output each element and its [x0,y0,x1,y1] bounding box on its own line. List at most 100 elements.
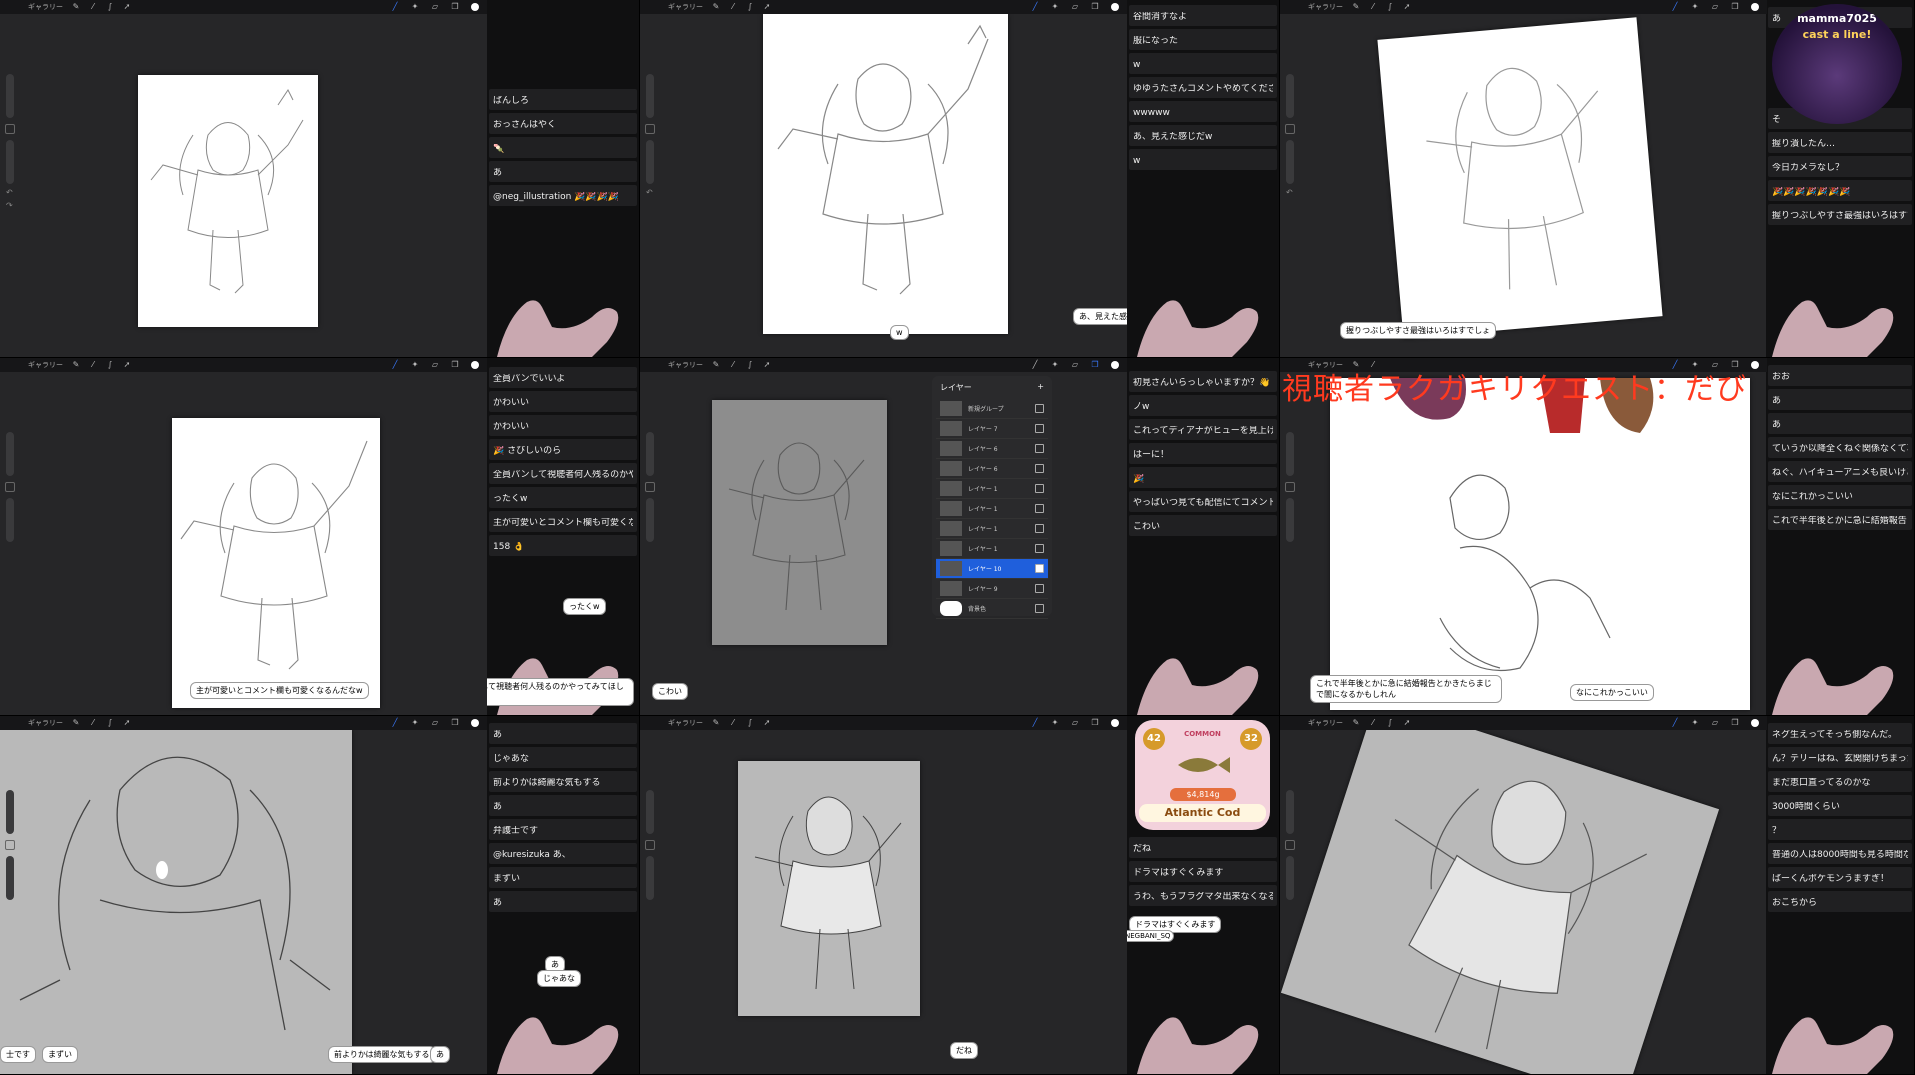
brush-icon[interactable]: ╱ [1031,3,1039,11]
selection-icon[interactable]: ∫ [106,3,114,11]
smudge-icon[interactable]: ✦ [1691,3,1699,11]
drawing-canvas-area[interactable]: ギャラリー ✎ ⁄ ∫ ➚ ╱ ✦ ▱ ❐ ↶ ↷ [0,0,487,357]
eraser-icon[interactable]: ▱ [1711,719,1719,727]
gallery-button[interactable]: ギャラリー [668,2,703,12]
wrench-icon[interactable]: ✎ [712,361,720,369]
opacity-slider[interactable] [646,140,654,184]
selection-icon[interactable]: ∫ [1386,3,1394,11]
brush-size-slider[interactable] [1286,790,1294,834]
layer-visibility-checkbox[interactable] [1035,404,1044,413]
eraser-icon[interactable]: ▱ [431,3,439,11]
wrench-icon[interactable]: ✎ [712,719,720,727]
layer-visibility-checkbox[interactable] [1035,504,1044,513]
layer-row-selected[interactable]: レイヤー 10 [936,559,1048,579]
selection-icon[interactable]: ∫ [106,361,114,369]
layer-visibility-checkbox[interactable] [1035,604,1044,613]
modify-button[interactable] [1285,840,1295,850]
magic-wand-icon[interactable]: ⁄ [89,361,97,369]
drawing-canvas-area[interactable]: ギャラリー ✎ ⁄ ∫ ➚ ╱ ✦ ▱ ❐ [640,716,1127,1074]
layers-icon[interactable]: ❐ [1731,719,1739,727]
selection-icon[interactable]: ∫ [1386,719,1394,727]
brush-size-slider[interactable] [1286,74,1294,118]
layer-row[interactable]: レイヤー 9 [936,579,1048,599]
wrench-icon[interactable]: ✎ [1352,3,1360,11]
transform-icon[interactable]: ➚ [123,719,131,727]
opacity-slider[interactable] [1286,140,1294,184]
add-layer-icon[interactable]: + [1037,382,1044,393]
brush-size-slider[interactable] [6,790,14,834]
layers-icon[interactable]: ❐ [1091,3,1099,11]
layer-row[interactable]: レイヤー 7 [936,419,1048,439]
opacity-slider[interactable] [6,140,14,184]
modify-button[interactable] [645,482,655,492]
smudge-icon[interactable]: ✦ [1691,719,1699,727]
eraser-icon[interactable]: ▱ [1071,361,1079,369]
layers-panel[interactable]: レイヤー + 新規グループ レイヤー 7 レイヤー 6 レイヤー 6 レイヤー 1… [932,376,1052,619]
color-picker-icon[interactable] [471,361,479,369]
selection-icon[interactable]: ∫ [746,3,754,11]
drawing-canvas-area[interactable]: ギャラリー ✎ ⁄ ∫ ➚ ╱ ✦ ▱ ❐ [640,358,1127,715]
brush-icon[interactable]: ╱ [391,361,399,369]
modify-button[interactable] [5,482,15,492]
drawing-canvas-area[interactable]: ギャラリー ✎ ⁄ ∫ ➚ ╱ ✦ ▱ ❐ [0,716,487,1074]
smudge-icon[interactable]: ✦ [1051,3,1059,11]
color-picker-icon[interactable] [1751,3,1759,11]
layers-icon[interactable]: ❐ [1091,719,1099,727]
modify-button[interactable] [645,124,655,134]
layer-row[interactable]: レイヤー 1 [936,499,1048,519]
eraser-icon[interactable]: ▱ [431,719,439,727]
smudge-icon[interactable]: ✦ [411,3,419,11]
eraser-icon[interactable]: ▱ [1711,3,1719,11]
opacity-slider[interactable] [646,856,654,900]
wrench-icon[interactable]: ✎ [72,719,80,727]
color-picker-icon[interactable] [1111,719,1119,727]
layer-visibility-checkbox[interactable] [1035,424,1044,433]
eraser-icon[interactable]: ▱ [431,361,439,369]
magic-wand-icon[interactable]: ⁄ [729,361,737,369]
undo-icon[interactable]: ↶ [6,188,14,197]
drawing-canvas-area[interactable]: ギャラリー ✎ ⁄ ∫ ➚ ╱ ✦ ▱ ❐ ↶ [640,0,1127,357]
magic-wand-icon[interactable]: ⁄ [729,3,737,11]
redo-icon[interactable]: ↷ [6,201,14,210]
opacity-slider[interactable] [646,498,654,542]
brush-icon[interactable]: ╱ [1671,3,1679,11]
gallery-button[interactable]: ギャラリー [668,360,703,370]
brush-icon[interactable]: ╱ [391,719,399,727]
color-picker-icon[interactable] [1751,719,1759,727]
smudge-icon[interactable]: ✦ [411,361,419,369]
drawing-canvas-area[interactable]: ギャラリー ✎ ⁄ ∫ ➚ ╱ ✦ ▱ ❐ [0,358,487,715]
wrench-icon[interactable]: ✎ [1352,719,1360,727]
color-picker-icon[interactable] [1111,3,1119,11]
brush-size-slider[interactable] [6,74,14,118]
opacity-slider[interactable] [1286,498,1294,542]
layer-row[interactable]: レイヤー 6 [936,439,1048,459]
layer-visibility-checkbox[interactable] [1035,484,1044,493]
layer-row[interactable]: レイヤー 1 [936,519,1048,539]
gallery-button[interactable]: ギャラリー [668,718,703,728]
layers-icon[interactable]: ❐ [1091,361,1099,369]
smudge-icon[interactable]: ✦ [411,719,419,727]
layer-row[interactable]: レイヤー 6 [936,459,1048,479]
selection-icon[interactable]: ∫ [746,361,754,369]
color-picker-icon[interactable] [1751,361,1759,369]
layer-visibility-checkbox[interactable] [1035,564,1044,573]
brush-size-slider[interactable] [1286,432,1294,476]
modify-button[interactable] [1285,124,1295,134]
magic-wand-icon[interactable]: ⁄ [729,719,737,727]
transform-icon[interactable]: ➚ [123,3,131,11]
transform-icon[interactable]: ➚ [763,719,771,727]
layer-row[interactable]: レイヤー 1 [936,539,1048,559]
layer-visibility-checkbox[interactable] [1035,464,1044,473]
undo-icon[interactable]: ↶ [646,188,654,197]
layer-visibility-checkbox[interactable] [1035,584,1044,593]
wrench-icon[interactable]: ✎ [72,3,80,11]
drawing-canvas-area[interactable]: ギャラリー ✎ ⁄ ╱ ✦ ▱ ❐ 視聴者ラクガキリクエスト：だび これで半年後… [1280,358,1767,715]
opacity-slider[interactable] [6,856,14,900]
magic-wand-icon[interactable]: ⁄ [89,3,97,11]
brush-size-slider[interactable] [6,432,14,476]
transform-icon[interactable]: ➚ [763,3,771,11]
magic-wand-icon[interactable]: ⁄ [1369,719,1377,727]
brush-size-slider[interactable] [646,790,654,834]
eraser-icon[interactable]: ▱ [1071,719,1079,727]
modify-button[interactable] [1285,482,1295,492]
